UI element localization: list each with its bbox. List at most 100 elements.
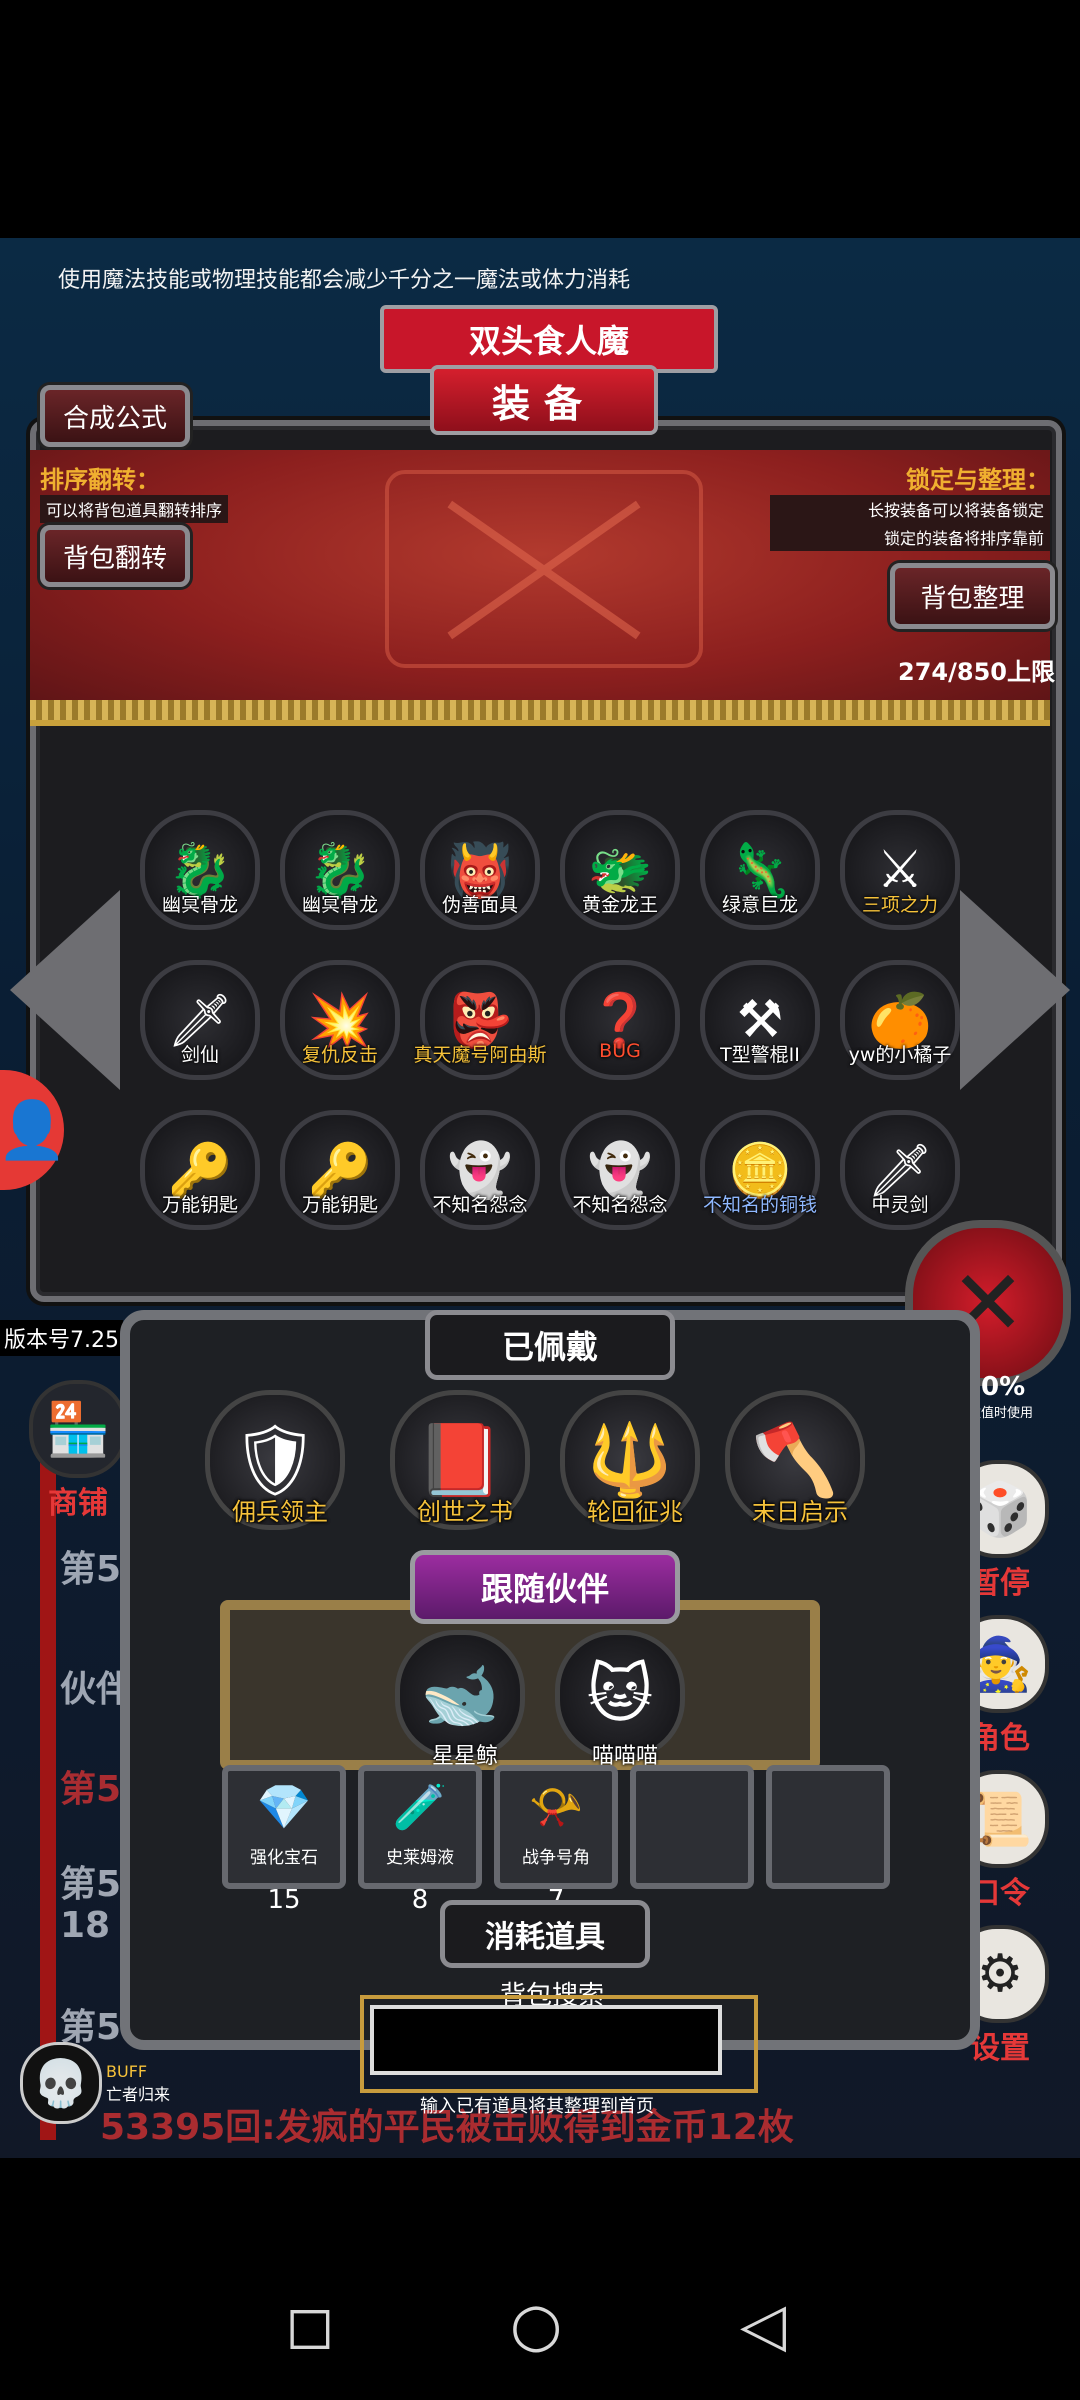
inventory-slot[interactable]: 🗡 中灵剑 — [840, 1110, 960, 1240]
lock-info-desc2: 锁定的装备将排序靠前 — [770, 523, 1050, 551]
item-label: 万能钥匙 — [161, 1194, 238, 1216]
inventory-slot[interactable]: 👻 不知名怨念 — [420, 1110, 540, 1240]
equipped-slot[interactable]: 📕 创世之书 — [390, 1390, 540, 1540]
version-label: 版本号7.25 — [0, 1320, 123, 1356]
potion-icon: 🧪 — [392, 1782, 448, 1833]
lock-info: 锁定与整理： 长按装备可以将装备锁定 锁定的装备将排序靠前 — [770, 460, 1050, 551]
inventory-slot[interactable]: ❓ BUG — [560, 960, 680, 1090]
follow-partner[interactable]: 🐋 星星鲸 — [395, 1630, 535, 1770]
inventory-slot[interactable]: 🔑 万能钥匙 — [280, 1110, 400, 1240]
item-label: 伪善面具 — [441, 894, 518, 916]
consumable-slot[interactable]: 📯战争号角7 — [494, 1765, 618, 1915]
inventory-slot[interactable]: 🪙 不知名的铜钱 — [700, 1110, 820, 1240]
item-label: yw的小橘子 — [848, 1044, 952, 1066]
consumable-label: 强化宝石 — [250, 1848, 318, 1868]
lock-info-heading: 锁定与整理： — [906, 466, 1050, 494]
inventory-slot[interactable]: 🔑 万能钥匙 — [140, 1110, 260, 1240]
equipped-slot[interactable]: 🛡 佣兵领主 — [205, 1390, 355, 1540]
consumable-slot[interactable]: 💎 强化宝石 15 — [222, 1765, 346, 1915]
item-label: 黄金龙王 — [581, 894, 658, 916]
flip-info-desc: 可以将背包道具翻转排序 — [40, 495, 229, 523]
consumable-label: 史莱姆液 — [386, 1848, 454, 1868]
log-line: 第5 — [60, 1549, 122, 1590]
inventory-slot[interactable]: 👻 不知名怨念 — [560, 1110, 680, 1240]
equipped-label: 创世之书 — [417, 1498, 513, 1526]
crossed-swords-crest — [385, 470, 703, 668]
item-label: 剑仙 — [180, 1044, 219, 1066]
next-page-arrow[interactable] — [960, 890, 1070, 1090]
follow-title: 跟随伙伴 — [410, 1550, 680, 1624]
buff-sub: 亡者归来 — [106, 2084, 171, 2104]
item-label: 绿意巨龙 — [721, 894, 798, 916]
page-title: 装备 — [430, 365, 658, 435]
gem-icon: 💎 — [256, 1782, 312, 1833]
consumable-slot[interactable] — [766, 1765, 890, 1889]
inventory-slot[interactable]: 🐉 幽冥骨龙 — [280, 810, 400, 940]
item-label: BUG — [599, 1040, 641, 1062]
item-label: 三项之力 — [861, 894, 938, 916]
equipped-slot[interactable]: 🪓 末日启示 — [725, 1390, 875, 1540]
sort-bag-button[interactable]: 背包整理 — [890, 563, 1055, 629]
log-line: 18 — [60, 1905, 111, 1946]
flip-bag-button[interactable]: 背包翻转 — [40, 525, 190, 587]
item-label: 不知名怨念 — [432, 1194, 528, 1216]
buff-indicator[interactable]: 💀 BUFF 亡者归来 — [20, 2042, 170, 2124]
flip-info: 排序翻转： 可以将背包道具翻转排序 — [40, 460, 229, 523]
search-hint: 输入已有道具将其整理到首页 — [420, 2096, 654, 2117]
recents-icon[interactable]: ◻ — [285, 2290, 335, 2360]
boss-name: 双头食人魔 — [380, 305, 718, 373]
tip-text: 使用魔法技能或物理技能都会减少千分之一魔法或体力消耗 — [58, 268, 631, 293]
back-icon[interactable]: ◁ — [740, 2290, 786, 2360]
prev-page-arrow[interactable] — [10, 890, 120, 1090]
status-bar — [0, 0, 1080, 238]
buff-label: BUFF — [106, 2061, 148, 2081]
equipped-label: 轮回征兆 — [587, 1498, 683, 1526]
log-panel-border — [40, 1460, 56, 2140]
equipped-label: 末日启示 — [752, 1498, 848, 1526]
home-icon[interactable]: ○ — [510, 2290, 562, 2360]
item-label: 不知名的铜钱 — [702, 1194, 817, 1216]
inventory-slot[interactable]: 🍊 yw的小橘子 — [840, 960, 960, 1090]
follow-partner[interactable]: 🐱 喵喵喵 — [555, 1630, 695, 1770]
item-label: 幽冥骨龙 — [301, 894, 378, 916]
flip-info-heading: 排序翻转： — [40, 466, 160, 494]
consumable-slot[interactable]: 🧪 史莱姆液 8 — [358, 1765, 482, 1915]
inventory-slot[interactable]: 👹 伪善面具 — [420, 810, 540, 940]
item-label: T型警棍II — [720, 1044, 800, 1066]
item-label: 复仇反击 — [301, 1044, 378, 1066]
skull-icon: 💀 — [20, 2042, 102, 2124]
shop-label: 商铺 — [48, 1486, 108, 1521]
item-label: 万能钥匙 — [301, 1194, 378, 1216]
inventory-slot[interactable]: 🐉 幽冥骨龙 — [140, 810, 260, 940]
inventory-slot[interactable]: 🐲 黄金龙王 — [560, 810, 680, 940]
inventory-slot[interactable]: 🦎 绿意巨龙 — [700, 810, 820, 940]
consumables-title: 消耗道具 — [440, 1900, 650, 1968]
inventory-slot[interactable]: 💥 复仇反击 — [280, 960, 400, 1090]
inventory-slot[interactable]: 👺 真天魔号阿由斯 — [413, 960, 547, 1090]
user-icon: 👤 — [0, 1098, 67, 1163]
shop-button[interactable]: 🏪 商铺 — [28, 1380, 128, 1522]
horn-icon: 📯 — [528, 1782, 584, 1833]
item-label: 不知名怨念 — [572, 1194, 668, 1216]
consumable-slot[interactable] — [630, 1765, 754, 1889]
consumable-count: 15 — [267, 1885, 301, 1915]
consumable-label: 战争号角 — [522, 1848, 590, 1868]
lock-info-desc1: 长按装备可以将装备锁定 — [770, 495, 1050, 523]
inventory-slot[interactable]: ⚒ T型警棍II — [700, 960, 820, 1090]
log-line: 第5 — [60, 1864, 122, 1905]
banner-fringe — [30, 700, 1050, 720]
item-label: 中灵剑 — [871, 1194, 929, 1216]
compose-formula-button[interactable]: 合成公式 — [40, 385, 190, 447]
shop-icon: 🏪 — [29, 1380, 127, 1478]
bag-search-input[interactable] — [370, 2005, 722, 2075]
item-label: 幽冥骨龙 — [161, 894, 238, 916]
item-label: 真天魔号阿由斯 — [413, 1044, 547, 1066]
bag-capacity: 274/850上限 — [898, 658, 1055, 686]
equipped-title: 已佩戴 — [425, 1310, 675, 1380]
equipped-slot[interactable]: 🔱 轮回征兆 — [560, 1390, 710, 1540]
equipped-label: 佣兵领主 — [232, 1498, 328, 1526]
bug-icon: ❓ — [560, 960, 680, 1080]
inventory-slot[interactable]: 🗡 剑仙 — [140, 960, 260, 1090]
nav-bar — [0, 2158, 1080, 2400]
inventory-slot[interactable]: ⚔ 三项之力 — [840, 810, 960, 940]
